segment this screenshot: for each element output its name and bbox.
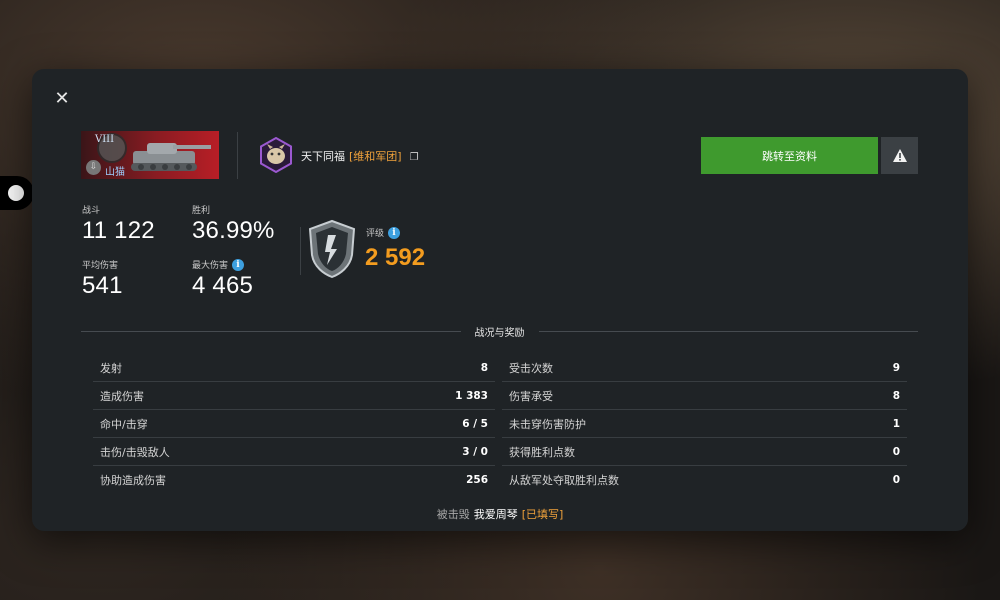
stat-value: 541 xyxy=(82,272,123,299)
rating-shield-icon xyxy=(308,219,356,279)
side-panel-handle[interactable] xyxy=(0,176,34,210)
row-value: 256 xyxy=(466,474,488,486)
tank-name: 山猫 xyxy=(105,167,125,178)
warning-icon xyxy=(892,149,907,162)
rating-value: 2 592 xyxy=(365,244,426,271)
tank-mastery-icon: ⇩ xyxy=(86,160,101,175)
table-row: 协助造成伤害 256 xyxy=(93,466,495,494)
table-row: 造成伤害 1 383 xyxy=(93,382,495,410)
section-header: 战况与奖励 xyxy=(81,324,918,339)
row-value: 0 xyxy=(892,474,900,486)
table-row: 发射 8 xyxy=(93,354,495,382)
stat-label: 战斗 xyxy=(82,206,101,216)
row-value: 1 383 xyxy=(455,389,488,402)
tank-tier: VIII xyxy=(95,134,115,145)
killer-clan-tag[interactable]: [已填写] xyxy=(522,508,564,521)
info-icon[interactable]: i xyxy=(388,226,401,239)
row-label: 获得胜利点数 xyxy=(509,445,575,459)
stat-value: 4 465 xyxy=(192,272,254,299)
row-label: 未击穿伤害防护 xyxy=(509,417,586,431)
table-row: 未击穿伤害防护 1 xyxy=(502,410,907,438)
clan-tag[interactable]: [维和军团] xyxy=(349,150,402,163)
rating-label-row: 评级 i xyxy=(366,226,401,239)
table-row: 从敌军处夺取胜利点数 0 xyxy=(502,466,907,494)
close-icon[interactable]: ✕ xyxy=(52,89,72,109)
killer-name[interactable]: 我爱周琴 xyxy=(474,508,518,521)
row-label: 击伤/击毁敌人 xyxy=(100,445,170,459)
handle-dot xyxy=(8,185,24,201)
stat-label: 最大伤害 xyxy=(192,261,229,271)
table-row: 命中/击穿 6 / 5 xyxy=(93,410,495,438)
row-value: 0 xyxy=(892,445,900,458)
copy-icon[interactable]: ❐ xyxy=(410,152,419,163)
stat-avg-damage: 平均伤害 541 xyxy=(82,258,123,300)
section-title: 战况与奖励 xyxy=(474,327,525,339)
stat-label: 胜利 xyxy=(192,206,211,216)
table-row: 获得胜利点数 0 xyxy=(502,438,907,466)
stat-max-damage: 最大伤害 i 4 465 xyxy=(192,258,253,300)
section-divider xyxy=(538,330,918,332)
go-to-profile-button[interactable]: 跳转至资料 xyxy=(701,137,878,174)
row-label: 受击次数 xyxy=(509,361,553,375)
table-row: 受击次数 9 xyxy=(502,354,907,382)
report-button[interactable] xyxy=(881,137,918,174)
info-icon[interactable]: i xyxy=(232,258,245,271)
row-label: 伤害承受 xyxy=(509,389,553,403)
row-label: 从敌军处夺取胜利点数 xyxy=(509,474,619,487)
row-value: 3 / 0 xyxy=(462,445,488,458)
row-value: 9 xyxy=(892,361,900,374)
clan-emblem-icon xyxy=(260,137,292,173)
tank-icon xyxy=(131,143,211,171)
rating-label: 评级 xyxy=(366,229,385,239)
row-value: 6 / 5 xyxy=(462,417,488,430)
row-label: 发射 xyxy=(100,361,122,375)
row-value: 8 xyxy=(480,361,488,374)
stat-label: 平均伤害 xyxy=(82,261,119,271)
stat-battles: 战斗 11 122 xyxy=(82,203,155,245)
row-label: 命中/击穿 xyxy=(100,417,148,431)
killed-by-label: 被击毁 xyxy=(436,508,470,521)
row-label: 造成伤害 xyxy=(100,389,144,403)
stat-value: 36.99% xyxy=(192,217,275,244)
battle-result-dialog: ✕ VIII ⇩ 山猫 天下同福 [维和军团] ❐ 跳转至资料 战斗 11 12… xyxy=(32,69,968,531)
stat-label-row: 最大伤害 i xyxy=(192,258,253,271)
stat-winrate: 胜利 36.99% xyxy=(192,203,275,245)
table-row: 伤害承受 8 xyxy=(502,382,907,410)
section-divider xyxy=(81,330,461,332)
stats-divider xyxy=(300,227,301,275)
row-value: 8 xyxy=(892,389,900,402)
row-value: 1 xyxy=(892,417,900,430)
header-divider xyxy=(237,132,238,179)
stat-value: 11 122 xyxy=(82,217,155,244)
killed-by-line: 被击毁 我爱周琴 [已填写] xyxy=(32,506,968,522)
player-nickname: 天下同福 xyxy=(301,150,345,163)
tank-banner: VIII ⇩ 山猫 xyxy=(81,131,219,179)
table-row: 击伤/击毁敌人 3 / 0 xyxy=(93,438,495,466)
row-label: 协助造成伤害 xyxy=(100,474,166,487)
player-name[interactable]: 天下同福 [维和军团] ❐ xyxy=(301,148,419,164)
